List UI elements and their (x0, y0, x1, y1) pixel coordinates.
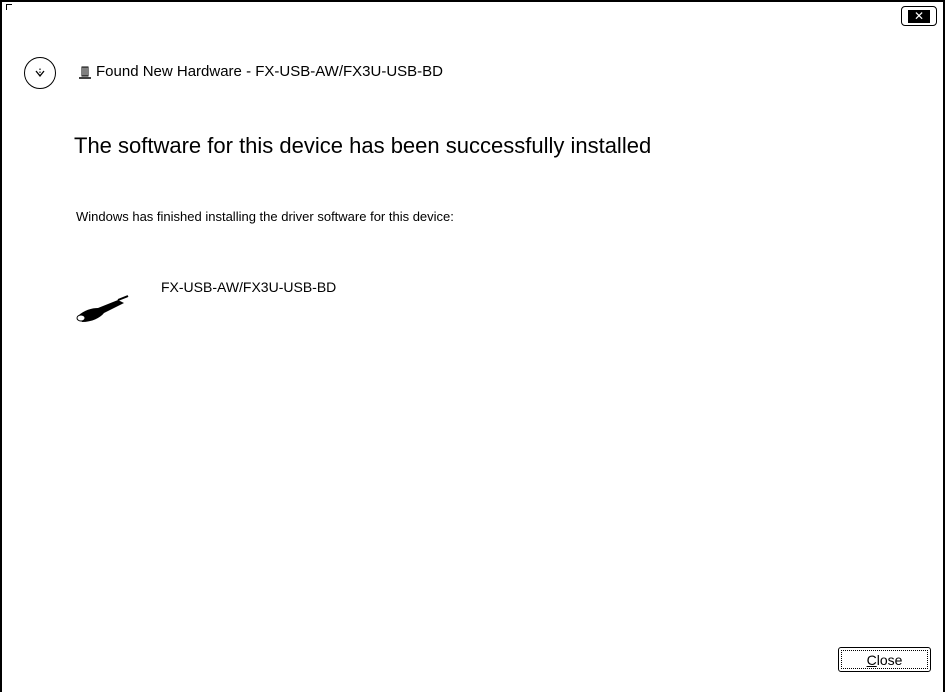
close-button-focus-frame: Close (841, 650, 928, 669)
window-close-button[interactable]: ✕ (901, 6, 937, 26)
install-status-text: Windows has finished installing the driv… (76, 209, 454, 224)
close-icon: ✕ (908, 9, 930, 23)
close-button-label: lose (876, 651, 903, 668)
close-button[interactable]: Close (838, 647, 931, 672)
hardware-device-icon (79, 66, 91, 79)
device-name: FX-USB-AW/FX3U-USB-BD (161, 279, 337, 295)
success-heading: The software for this device has been su… (74, 133, 652, 158)
usb-cable-icon (76, 295, 129, 322)
dialog-title: Found New Hardware - FX-USB-AW/FX3U-USB-… (96, 63, 444, 80)
back-button[interactable] (24, 57, 56, 89)
found-new-hardware-dialog: ✕ Found New Hardware - FX-USB-AW/FX3U-US… (0, 0, 945, 692)
window-corner-decoration (6, 4, 12, 10)
back-arrow-icon (35, 68, 45, 78)
close-mnemonic: C (866, 651, 877, 668)
